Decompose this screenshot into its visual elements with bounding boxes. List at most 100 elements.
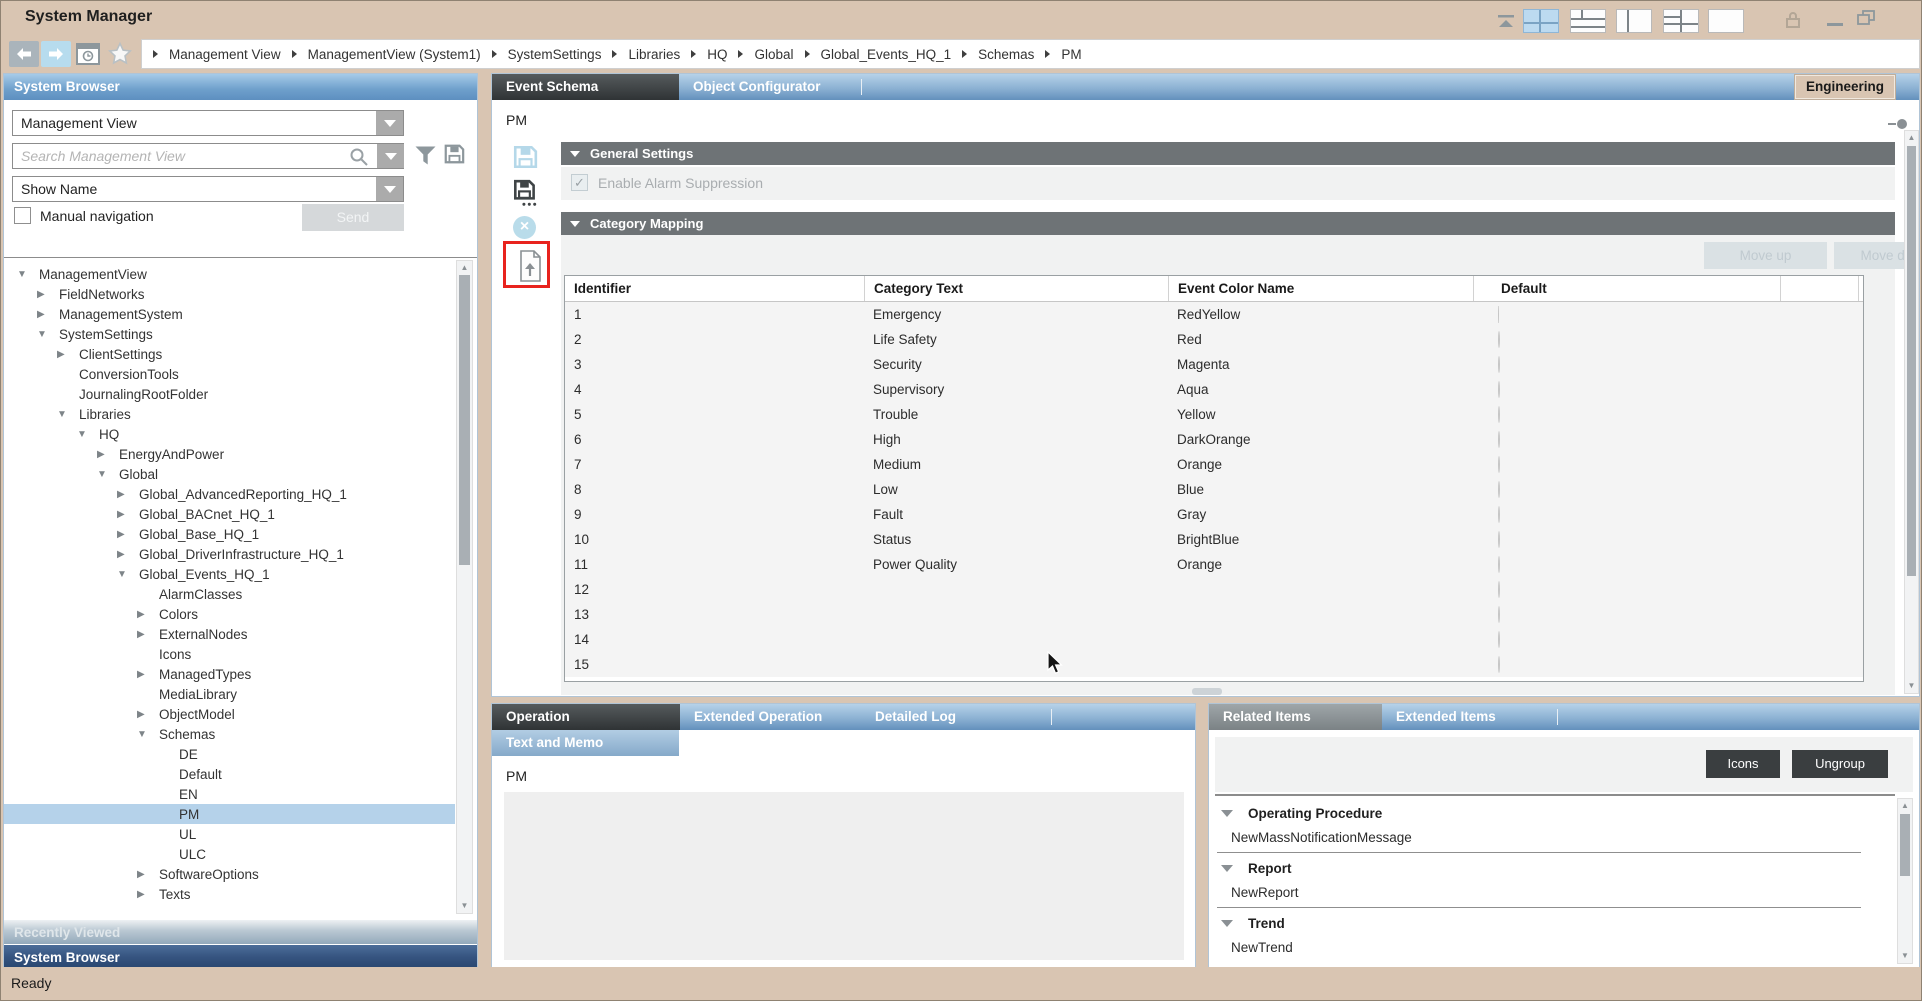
tree-item[interactable]: Icons bbox=[4, 644, 455, 664]
related-item[interactable]: NewReport bbox=[1209, 881, 1895, 905]
tree-expander-icon[interactable]: ▶ bbox=[137, 629, 159, 640]
tree-item[interactable]: ▶ManagedTypes bbox=[4, 664, 455, 684]
tab-event-schema[interactable]: Event Schema bbox=[492, 74, 679, 100]
default-radio[interactable] bbox=[1498, 631, 1500, 648]
system-browser-bottom-bar[interactable]: System Browser bbox=[4, 945, 477, 969]
tree-scrollbar[interactable]: ▲ ▼ bbox=[456, 260, 473, 914]
search-input[interactable] bbox=[12, 143, 404, 169]
save-search-icon[interactable] bbox=[443, 143, 465, 170]
related-group-header[interactable]: Trend bbox=[1209, 910, 1895, 936]
tab-operation[interactable]: Operation bbox=[492, 704, 680, 730]
tree-item[interactable]: ▶ManagementSystem bbox=[4, 304, 455, 324]
recently-viewed-bar[interactable]: Recently Viewed bbox=[4, 919, 477, 944]
manual-navigation-checkbox[interactable] bbox=[14, 207, 31, 224]
table-row[interactable]: 2Life SafetyRed bbox=[565, 327, 1863, 352]
table-row[interactable]: 11Power QualityOrange bbox=[565, 552, 1863, 577]
category-mapping-header[interactable]: Category Mapping bbox=[561, 212, 1895, 235]
tab-text-and-memo[interactable]: Text and Memo bbox=[492, 730, 679, 756]
tree-item[interactable]: MediaLibrary bbox=[4, 684, 455, 704]
tree-item[interactable]: ▶SoftwareOptions bbox=[4, 864, 455, 884]
breadcrumb-item[interactable]: HQ bbox=[707, 47, 727, 62]
default-radio[interactable] bbox=[1498, 431, 1500, 448]
tree-item[interactable]: ▶ExternalNodes bbox=[4, 624, 455, 644]
tree-item[interactable]: ▼Libraries bbox=[4, 404, 455, 424]
tab-object-configurator[interactable]: Object Configurator bbox=[679, 74, 861, 100]
table-row[interactable]: 3SecurityMagenta bbox=[565, 352, 1863, 377]
table-row[interactable]: 7MediumOrange bbox=[565, 452, 1863, 477]
related-item[interactable]: NewTrend bbox=[1209, 936, 1895, 960]
tree-item[interactable]: ULC bbox=[4, 844, 455, 864]
engineering-mode-button[interactable]: Engineering bbox=[1795, 75, 1895, 99]
discard-changes-button[interactable]: × bbox=[513, 216, 536, 239]
default-radio[interactable] bbox=[1498, 531, 1500, 548]
tree-item[interactable]: AlarmClasses bbox=[4, 584, 455, 604]
memo-text-area[interactable] bbox=[504, 792, 1184, 960]
tree-item[interactable]: ▶Global_AdvancedReporting_HQ_1 bbox=[4, 484, 455, 504]
tree-expander-icon[interactable]: ▶ bbox=[137, 669, 159, 680]
tree-item[interactable]: EN bbox=[4, 784, 455, 804]
related-group-header[interactable]: Operating Procedure bbox=[1209, 800, 1895, 826]
scroll-down-icon[interactable]: ▼ bbox=[1905, 680, 1918, 692]
default-radio[interactable] bbox=[1498, 381, 1500, 398]
table-row[interactable]: 14 bbox=[565, 627, 1863, 652]
tree-expander-icon[interactable]: ▼ bbox=[77, 429, 99, 440]
breadcrumb-item[interactable]: SystemSettings bbox=[508, 47, 602, 62]
default-radio[interactable] bbox=[1498, 481, 1500, 498]
default-radio[interactable] bbox=[1498, 331, 1500, 348]
breadcrumb-item[interactable]: Global bbox=[754, 47, 793, 62]
back-button[interactable] bbox=[9, 41, 39, 67]
tab-extended-operation[interactable]: Extended Operation bbox=[680, 704, 861, 730]
history-button[interactable] bbox=[73, 41, 103, 67]
scroll-up-icon[interactable]: ▲ bbox=[457, 262, 472, 274]
tree-expander-icon[interactable]: ▶ bbox=[97, 449, 119, 460]
table-row[interactable]: 10StatusBrightBlue bbox=[565, 527, 1863, 552]
tree-expander-icon[interactable]: ▼ bbox=[137, 729, 159, 740]
tree-expander-icon[interactable]: ▼ bbox=[17, 269, 39, 280]
chevron-down-icon[interactable] bbox=[376, 111, 403, 135]
table-row[interactable]: 6HighDarkOrange bbox=[565, 427, 1863, 452]
table-row[interactable]: 15 bbox=[565, 652, 1863, 677]
tree-expander-icon[interactable]: ▶ bbox=[137, 889, 159, 900]
tab-related-items[interactable]: Related Items bbox=[1209, 704, 1382, 730]
alarm-suppression-checkbox[interactable]: ✓ bbox=[571, 174, 588, 191]
table-row[interactable]: 5TroubleYellow bbox=[565, 402, 1863, 427]
collapse-panes-icon[interactable] bbox=[1495, 14, 1517, 35]
tree-item[interactable]: ▼HQ bbox=[4, 424, 455, 444]
default-radio[interactable] bbox=[1498, 506, 1500, 523]
default-radio[interactable] bbox=[1498, 556, 1500, 573]
default-radio[interactable] bbox=[1498, 606, 1500, 623]
tree-item[interactable]: ▶EnergyAndPower bbox=[4, 444, 455, 464]
tree-item[interactable]: ▶ClientSettings bbox=[4, 344, 455, 364]
tree-expander-icon[interactable]: ▶ bbox=[57, 349, 79, 360]
tree-expander-icon[interactable]: ▶ bbox=[117, 509, 139, 520]
tree-item[interactable]: ▶FieldNetworks bbox=[4, 284, 455, 304]
table-row[interactable]: 13 bbox=[565, 602, 1863, 627]
scroll-up-icon[interactable]: ▲ bbox=[1905, 132, 1918, 144]
layout-rows-button[interactable] bbox=[1570, 9, 1606, 33]
breadcrumb-item[interactable]: Schemas bbox=[978, 47, 1034, 62]
restore-window-button[interactable] bbox=[1857, 10, 1876, 32]
layout-four-pane-button[interactable] bbox=[1523, 9, 1559, 33]
breadcrumb-item[interactable]: ManagementView (System1) bbox=[308, 47, 481, 62]
tree-item[interactable]: DE bbox=[4, 744, 455, 764]
minimize-button[interactable] bbox=[1827, 23, 1843, 26]
table-row[interactable]: 8LowBlue bbox=[565, 477, 1863, 502]
table-row[interactable]: 9FaultGray bbox=[565, 502, 1863, 527]
tree-item[interactable]: ▶Global_BACnet_HQ_1 bbox=[4, 504, 455, 524]
tree-item[interactable]: PM bbox=[4, 804, 455, 824]
filter-icon[interactable] bbox=[414, 145, 437, 171]
tree-expander-icon[interactable]: ▼ bbox=[37, 329, 59, 340]
save-button[interactable] bbox=[512, 144, 538, 175]
related-scrollbar-thumb[interactable] bbox=[1900, 814, 1910, 876]
main-scrollbar-thumb[interactable] bbox=[1907, 146, 1916, 576]
icons-button[interactable]: Icons bbox=[1706, 750, 1780, 778]
tree-item[interactable]: ▶Global_Base_HQ_1 bbox=[4, 524, 455, 544]
tree-expander-icon[interactable]: ▶ bbox=[37, 309, 59, 320]
tree-item[interactable]: Default bbox=[4, 764, 455, 784]
tree-item[interactable]: ▶Colors bbox=[4, 604, 455, 624]
table-row[interactable]: 12 bbox=[565, 577, 1863, 602]
tree-expander-icon[interactable]: ▶ bbox=[117, 489, 139, 500]
tree-item[interactable]: JournalingRootFolder bbox=[4, 384, 455, 404]
scroll-down-icon[interactable]: ▼ bbox=[1898, 950, 1912, 962]
tab-extended-items[interactable]: Extended Items bbox=[1382, 704, 1557, 730]
